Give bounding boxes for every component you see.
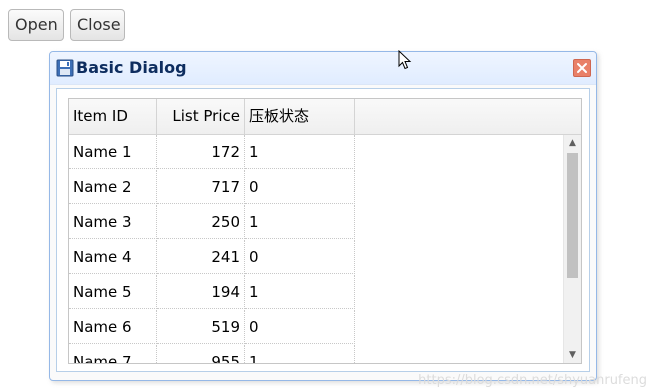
open-button[interactable]: Open bbox=[8, 9, 64, 41]
cell-list-price: 519 bbox=[157, 310, 245, 344]
data-grid: Item ID List Price 压板状态 Name 1 172 1 Nam… bbox=[68, 98, 582, 364]
cell-status: 1 bbox=[245, 345, 355, 363]
cell-status: 1 bbox=[245, 135, 355, 169]
table-row[interactable]: Name 6 519 0 bbox=[69, 310, 355, 345]
cell-item-id: Name 3 bbox=[69, 205, 157, 239]
close-button[interactable]: Close bbox=[70, 9, 125, 41]
cell-list-price: 717 bbox=[157, 170, 245, 204]
column-header-list-price[interactable]: List Price bbox=[157, 99, 245, 134]
table-row[interactable]: Name 3 250 1 bbox=[69, 205, 355, 240]
cell-item-id: Name 7 bbox=[69, 345, 157, 363]
cell-list-price: 241 bbox=[157, 240, 245, 274]
table-row[interactable]: Name 5 194 1 bbox=[69, 275, 355, 310]
dialog-body: Item ID List Price 压板状态 Name 1 172 1 Nam… bbox=[56, 88, 590, 372]
column-header-item-id[interactable]: Item ID bbox=[69, 99, 157, 134]
scrollbar-thumb[interactable] bbox=[567, 153, 578, 278]
grid-header: Item ID List Price 压板状态 bbox=[69, 99, 581, 135]
cell-item-id: Name 6 bbox=[69, 310, 157, 344]
mouse-cursor-icon bbox=[398, 49, 412, 70]
cell-list-price: 194 bbox=[157, 275, 245, 309]
close-icon[interactable] bbox=[573, 59, 591, 77]
cell-item-id: Name 1 bbox=[69, 135, 157, 169]
cell-status: 0 bbox=[245, 240, 355, 274]
cell-item-id: Name 2 bbox=[69, 170, 157, 204]
table-row[interactable]: Name 1 172 1 bbox=[69, 135, 355, 170]
dialog-header[interactable]: Basic Dialog bbox=[50, 52, 596, 85]
cell-list-price: 172 bbox=[157, 135, 245, 169]
table-row[interactable]: Name 2 717 0 bbox=[69, 170, 355, 205]
vertical-scrollbar[interactable]: ▲ ▼ bbox=[563, 135, 581, 363]
save-icon bbox=[56, 59, 74, 77]
cell-item-id: Name 5 bbox=[69, 275, 157, 309]
column-header-status[interactable]: 压板状态 bbox=[245, 99, 355, 134]
cell-status: 0 bbox=[245, 170, 355, 204]
table-row[interactable]: Name 4 241 0 bbox=[69, 240, 355, 275]
grid-rows: Name 1 172 1 Name 2 717 0 Name 3 250 1 N… bbox=[69, 135, 581, 363]
cell-status: 1 bbox=[245, 275, 355, 309]
basic-dialog: Basic Dialog Item ID List Price 压板状态 Nam… bbox=[49, 51, 597, 381]
cell-item-id: Name 4 bbox=[69, 240, 157, 274]
cell-list-price: 250 bbox=[157, 205, 245, 239]
dialog-title: Basic Dialog bbox=[76, 58, 187, 77]
cell-status: 0 bbox=[245, 310, 355, 344]
watermark: https://blog.csdn.net/shyuanrufeng bbox=[418, 373, 647, 388]
cell-status: 1 bbox=[245, 205, 355, 239]
table-row[interactable]: Name 7 955 1 bbox=[69, 345, 355, 363]
cell-list-price: 955 bbox=[157, 345, 245, 363]
scroll-up-icon[interactable]: ▲ bbox=[564, 135, 581, 151]
scroll-down-icon[interactable]: ▼ bbox=[564, 347, 581, 363]
